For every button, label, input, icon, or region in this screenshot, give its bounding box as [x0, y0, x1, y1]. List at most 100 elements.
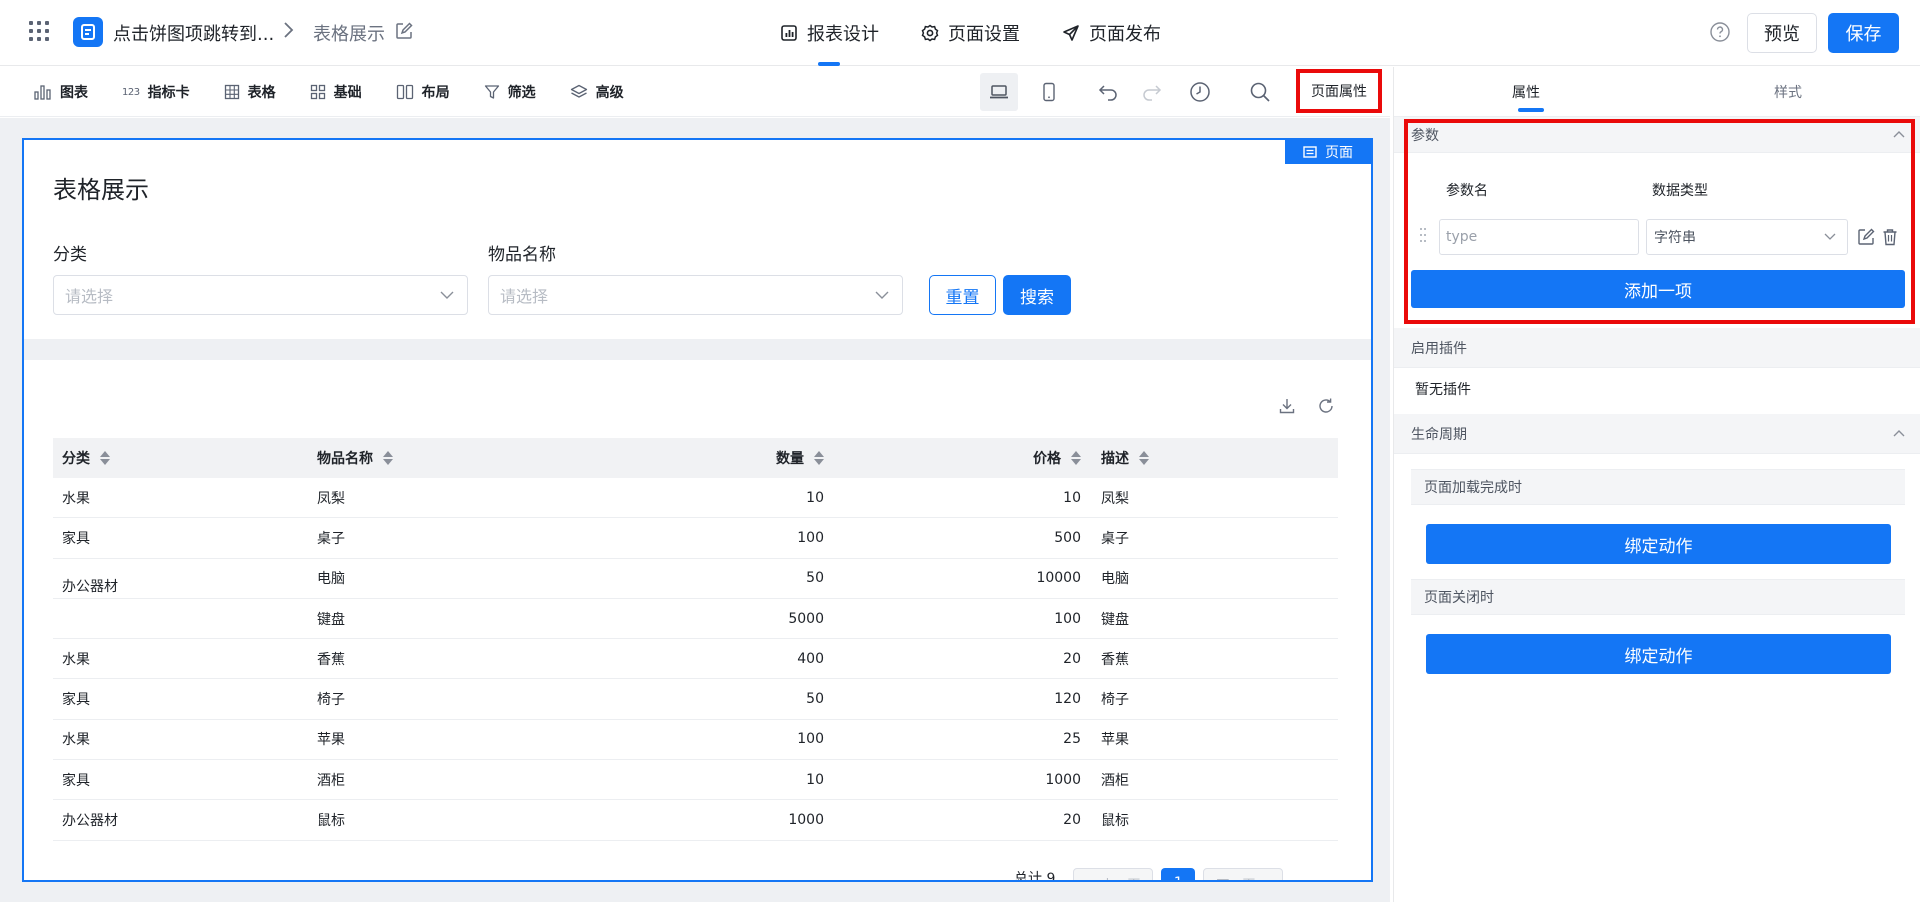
- tool-table[interactable]: 表格: [224, 67, 276, 117]
- page-number-button[interactable]: 1: [1161, 868, 1196, 880]
- tool-basic-label: 基础: [333, 85, 362, 101]
- cell-description: 电脑: [1101, 571, 1129, 588]
- sort-icon[interactable]: [1139, 451, 1149, 465]
- search-icon[interactable]: [1248, 80, 1272, 108]
- column-header-label: 价格: [1033, 451, 1061, 467]
- column-header-label: 数量: [776, 451, 804, 467]
- search-button[interactable]: 搜索: [1003, 275, 1071, 315]
- tool-advanced[interactable]: 高级: [570, 67, 624, 117]
- sort-icon[interactable]: [1071, 451, 1081, 465]
- tool-chart[interactable]: 图表: [34, 67, 88, 117]
- table-row[interactable]: 水果 香蕉 400 20 香蕉: [53, 639, 1338, 680]
- cell-item-name: 键盘: [317, 611, 345, 628]
- top-nav: 报表设计 页面设置 页面发布: [780, 0, 1203, 66]
- number-123-icon: 123: [122, 86, 140, 98]
- app-grid-menu-icon[interactable]: [28, 20, 50, 42]
- layout-icon: [396, 84, 414, 100]
- on-load-label: 页面加载完成时: [1424, 480, 1522, 496]
- desktop-view-button[interactable]: [980, 73, 1018, 111]
- sort-icon[interactable]: [383, 451, 393, 465]
- table-row[interactable]: 家具 椅子 50 120 椅子: [53, 679, 1338, 720]
- category-select[interactable]: 请选择: [53, 275, 468, 315]
- cell-description: 键盘: [1101, 611, 1129, 628]
- table-row[interactable]: 键盘 5000 100 键盘: [53, 599, 1338, 640]
- drag-handle-icon[interactable]: [1420, 228, 1426, 244]
- add-param-button[interactable]: 添加一项: [1411, 270, 1905, 308]
- history-clock-icon[interactable]: [1188, 80, 1212, 108]
- param-type-select[interactable]: 字符串: [1646, 219, 1848, 255]
- page-frame[interactable]: 页面 表格展示 分类 请选择 物品名称 请选择 重置 搜索 分类 物品名称 数量…: [22, 138, 1373, 882]
- edit-icon[interactable]: [1857, 228, 1875, 250]
- help-icon[interactable]: [1709, 21, 1731, 47]
- app-title[interactable]: 点击饼图项跳转到...: [113, 20, 274, 46]
- table-row[interactable]: 家具 桌子 100 500 桌子: [53, 518, 1338, 559]
- cell-category: 家具: [62, 772, 90, 789]
- bar-chart-icon: [34, 84, 52, 100]
- cell-category: [53, 599, 310, 638]
- table-row[interactable]: 水果 凤梨 10 10 凤梨: [53, 478, 1338, 519]
- reset-button[interactable]: 重置: [929, 275, 996, 315]
- table-row[interactable]: 家具 酒柜 10 1000 酒柜: [53, 760, 1338, 801]
- page-tag-label: 页面: [1325, 145, 1353, 161]
- column-header-quantity[interactable]: 数量: [610, 438, 824, 478]
- param-name-column-header: 参数名: [1446, 183, 1488, 199]
- mobile-view-button[interactable]: [1030, 73, 1068, 111]
- download-icon[interactable]: [1278, 397, 1296, 419]
- refresh-icon[interactable]: [1317, 397, 1335, 419]
- pagination: 总计 9 < 上一页 1 下一页 >: [1014, 868, 1291, 880]
- column-header-item-name[interactable]: 物品名称: [310, 438, 610, 478]
- item-name-select[interactable]: 请选择: [488, 275, 903, 315]
- undo-icon[interactable]: [1097, 81, 1119, 107]
- trash-icon[interactable]: [1882, 228, 1898, 250]
- cell-price: 1000: [1045, 771, 1081, 788]
- next-page-button[interactable]: 下一页 >: [1203, 868, 1284, 880]
- nav-report-design-label: 报表设计: [807, 24, 879, 45]
- column-header-label: 描述: [1101, 451, 1129, 467]
- table-row[interactable]: 水果 苹果 100 25 苹果: [53, 720, 1338, 761]
- laptop-icon: [990, 85, 1008, 99]
- cell-category: 办公器材: [62, 813, 118, 830]
- send-icon: [1063, 25, 1079, 41]
- cell-category: 水果: [62, 490, 90, 507]
- lifecycle-section-header[interactable]: 生命周期: [1394, 414, 1920, 454]
- cell-quantity: 100: [797, 731, 824, 748]
- column-header-description[interactable]: 描述: [1081, 438, 1338, 478]
- grid-blocks-icon: [310, 84, 326, 100]
- bind-action-on-close-button[interactable]: 绑定动作: [1426, 634, 1891, 674]
- cell-quantity: 10: [806, 771, 824, 788]
- chevron-up-icon: [1893, 430, 1905, 437]
- cell-category: 家具: [62, 530, 90, 547]
- cell-price: 20: [1063, 650, 1081, 667]
- table-row[interactable]: 电脑 50 10000 电脑: [53, 559, 1338, 599]
- table-row[interactable]: 办公器材 鼠标 1000 20 鼠标: [53, 800, 1338, 841]
- prev-page-button[interactable]: < 上一页: [1073, 868, 1154, 880]
- nav-page-publish[interactable]: 页面发布: [1062, 0, 1161, 66]
- tab-properties[interactable]: 属性: [1512, 82, 1540, 102]
- nav-page-settings[interactable]: 页面设置: [921, 0, 1020, 66]
- gear-icon: [921, 24, 939, 42]
- tool-filter[interactable]: 筛选: [484, 67, 536, 117]
- page-properties-button[interactable]: 页面属性: [1296, 69, 1382, 113]
- cell-item-name: 凤梨: [317, 490, 345, 507]
- sort-icon[interactable]: [814, 451, 824, 465]
- column-header-price[interactable]: 价格: [824, 438, 1081, 478]
- nav-report-design[interactable]: 报表设计: [780, 0, 879, 66]
- cell-description: 鼠标: [1101, 813, 1129, 830]
- tool-basic[interactable]: 基础: [310, 67, 362, 117]
- preview-button[interactable]: 预览: [1747, 13, 1817, 53]
- bind-action-on-load-button[interactable]: 绑定动作: [1426, 524, 1891, 564]
- redo-icon[interactable]: [1141, 81, 1163, 107]
- tool-kpi-card[interactable]: 123 指标卡: [122, 67, 190, 117]
- sort-icon[interactable]: [100, 451, 110, 465]
- tool-layout[interactable]: 布局: [396, 67, 450, 117]
- save-button[interactable]: 保存: [1828, 13, 1899, 53]
- tool-layout-label: 布局: [421, 85, 450, 101]
- tab-style[interactable]: 样式: [1774, 82, 1802, 102]
- param-name-input[interactable]: type: [1439, 219, 1639, 255]
- cell-price: 25: [1063, 731, 1081, 748]
- data-table: 分类 物品名称 数量 价格 描述 水果 凤梨 10 10 凤梨 家具 桌子 10…: [53, 438, 1338, 841]
- column-header-category[interactable]: 分类: [53, 438, 310, 478]
- edit-name-icon[interactable]: [395, 22, 413, 44]
- page-tag[interactable]: 页面: [1285, 140, 1371, 164]
- cell-price: 100: [1054, 610, 1081, 627]
